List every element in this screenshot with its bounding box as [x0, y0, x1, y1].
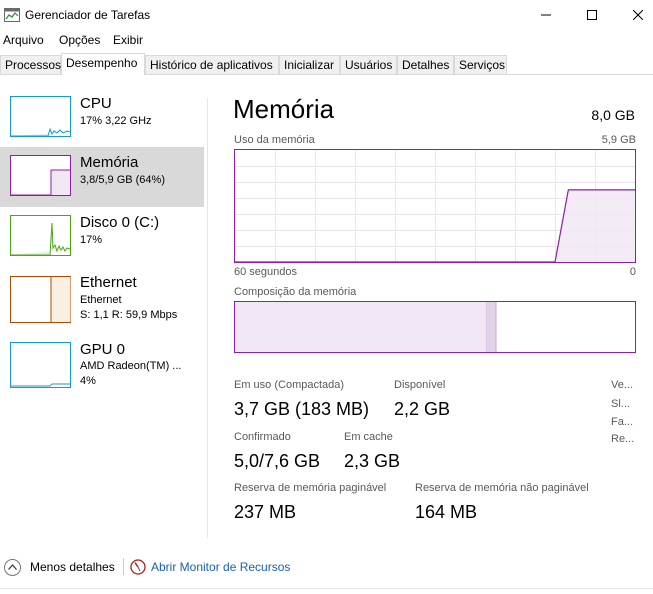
- minimize-icon: [541, 14, 551, 16]
- sidebar-item-gpu[interactable]: GPU 0 AMD Radeon(TM) ... 4%: [0, 336, 204, 396]
- sidebar-item-title: Disco 0 (C:): [80, 214, 160, 231]
- committed-label: Confirmado: [234, 431, 291, 443]
- usage-label: Uso da memória: [234, 134, 315, 146]
- composition-label: Composição da memória: [234, 286, 357, 298]
- sidebar-item-title: CPU: [80, 95, 112, 112]
- page-title: Memória: [233, 94, 335, 124]
- task-manager-icon: [4, 8, 20, 22]
- tab-detalhes[interactable]: Detalhes: [397, 55, 454, 74]
- close-button[interactable]: [615, 0, 653, 30]
- chevron-up-icon: [4, 558, 21, 576]
- reserved-label: Re...: [611, 433, 635, 445]
- in-use-value: 3,7 GB (183 MB): [234, 399, 370, 419]
- tab-historico[interactable]: Histórico de aplicativos: [145, 55, 279, 74]
- sidebar-item-title: GPU 0: [80, 341, 126, 358]
- sidebar-item-cpu[interactable]: CPU 17% 3,22 GHz: [0, 88, 204, 148]
- sidebar-item-sub: 17%: [80, 234, 103, 246]
- sidebar-item-sub: 3,8/5,9 GB (64%): [80, 174, 165, 186]
- minimize-button[interactable]: [523, 0, 569, 30]
- slots-label: Sl...: [611, 398, 630, 410]
- sidebar-item-sub2: 4%: [80, 375, 96, 387]
- nonpaged-pool-value: 164 MB: [415, 502, 478, 522]
- sidebar-item-title: Memória: [80, 154, 139, 171]
- tab-usuarios[interactable]: Usuários: [340, 55, 397, 74]
- ethernet-graph-icon: [10, 276, 71, 323]
- memory-usage-chart-svg: [235, 150, 635, 263]
- sidebar-item-sub: Ethernet: [80, 294, 122, 306]
- resource-monitor-icon: [130, 559, 146, 575]
- sidebar-item-sub: AMD Radeon(TM) ...: [80, 360, 182, 372]
- memory-composition-bar: [234, 301, 636, 353]
- modified-segment: [488, 302, 496, 352]
- menu-opcoes[interactable]: Opções: [59, 33, 100, 47]
- committed-value: 5,0/7,6 GB: [234, 451, 321, 471]
- memory-composition-svg: [235, 302, 497, 352]
- form-factor-label: Fa...: [611, 416, 634, 428]
- available-label: Disponível: [394, 379, 446, 391]
- maximize-button[interactable]: [569, 0, 615, 30]
- available-value: 2,2 GB: [394, 399, 451, 419]
- sidebar-item-memoria[interactable]: Memória 3,8/5,9 GB (64%): [0, 147, 204, 207]
- sidebar-divider: [207, 98, 208, 538]
- tab-inicializar[interactable]: Inicializar: [279, 55, 340, 74]
- total-memory: 8,0 GB: [591, 107, 635, 123]
- sidebar-item-ethernet[interactable]: Ethernet Ethernet S: 1,1 R: 59,9 Mbps: [0, 267, 204, 327]
- x-axis-right-label: 0: [629, 266, 636, 278]
- window-title: Gerenciador de Tarefas: [25, 8, 151, 22]
- tab-desempenho[interactable]: Desempenho: [61, 53, 145, 75]
- memory-graph-icon: [10, 155, 71, 196]
- close-icon: [633, 10, 643, 20]
- bottom-border: [0, 588, 653, 589]
- cpu-graph-icon: [10, 96, 71, 137]
- paged-pool-value: 237 MB: [234, 502, 297, 522]
- open-resource-monitor-link[interactable]: Abrir Monitor de Recursos: [130, 558, 290, 576]
- sidebar-item-disco[interactable]: Disco 0 (C:) 17%: [0, 207, 204, 267]
- menu-exibir[interactable]: Exibir: [113, 33, 143, 47]
- maximize-icon: [587, 10, 597, 20]
- tab-strip: Processos Desempenho Histórico de aplica…: [0, 53, 653, 75]
- gpu-graph-icon: [10, 342, 71, 388]
- in-use-label: Em uso (Compactada): [234, 379, 345, 391]
- paged-pool-label: Reserva de memória paginável: [234, 482, 387, 494]
- in-use-segment: [235, 302, 487, 352]
- disk-graph-icon: [10, 215, 71, 256]
- sidebar-item-sub: 17% 3,22 GHz: [80, 115, 152, 127]
- cached-label: Em cache: [344, 431, 393, 443]
- footer-divider: [123, 558, 124, 575]
- sidebar-item-title: Ethernet: [80, 274, 137, 291]
- title-bar: Gerenciador de Tarefas: [0, 0, 653, 30]
- menu-arquivo[interactable]: Arquivo: [3, 33, 44, 47]
- speed-label: Ve...: [611, 379, 634, 391]
- open-resource-monitor-label: Abrir Monitor de Recursos: [151, 560, 291, 574]
- x-axis-left-label: 60 segundos: [234, 266, 297, 278]
- less-details-label: Menos detalhes: [30, 560, 115, 574]
- less-details-button[interactable]: Menos detalhes: [4, 558, 115, 576]
- tab-processos[interactable]: Processos: [0, 55, 61, 74]
- usage-max: 5,9 GB: [601, 134, 636, 146]
- tab-servicos[interactable]: Serviços: [454, 55, 507, 74]
- nonpaged-pool-label: Reserva de memória não paginável: [415, 482, 589, 494]
- memory-usage-chart: [234, 149, 636, 263]
- cached-value: 2,3 GB: [344, 451, 401, 471]
- sidebar-item-sub2: S: 1,1 R: 59,9 Mbps: [80, 309, 178, 321]
